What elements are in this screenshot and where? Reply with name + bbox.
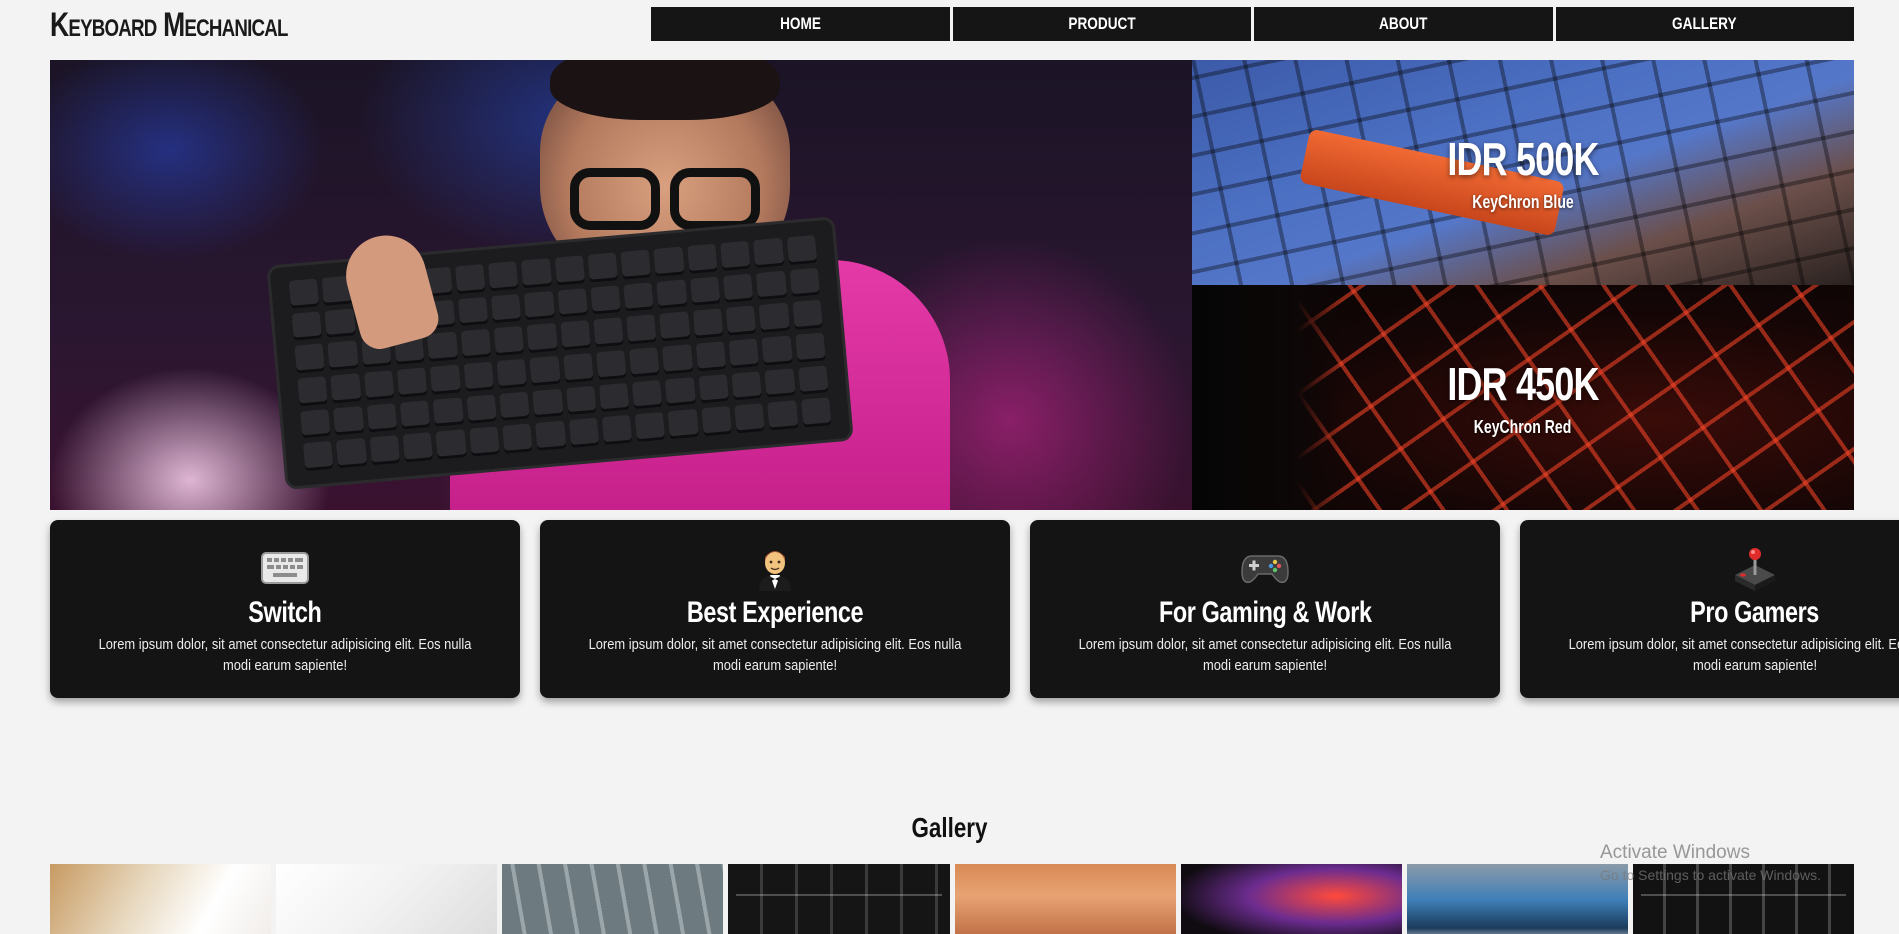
feature-card-gaming-work: For Gaming & Work Lorem ipsum dolor, sit… (1030, 520, 1500, 698)
watermark-subtitle: Go to Settings to activate Windows. (1600, 867, 1821, 883)
keyboard-icon (260, 546, 310, 590)
feature-cards: Switch Lorem ipsum dolor, sit amet conse… (50, 520, 1899, 698)
feature-text: Lorem ipsum dolor, sit amet consectetur … (588, 636, 962, 674)
feature-text: Lorem ipsum dolor, sit amet consectetur … (1078, 636, 1452, 674)
feature-text: Lorem ipsum dolor, sit amet consectetur … (98, 636, 472, 674)
gallery-image[interactable] (1406, 864, 1628, 934)
hero-main-image (50, 60, 1192, 510)
offer-card-blue[interactable]: IDR 500K KeyChron Blue (1192, 60, 1854, 285)
gallery-image[interactable] (50, 864, 272, 934)
nav-gallery[interactable]: GALLERY (1555, 7, 1854, 41)
offer-model: KeyChron Red (1474, 417, 1572, 437)
gallery-image[interactable] (276, 864, 498, 934)
gallery-image[interactable] (502, 864, 724, 934)
feature-title: Best Experience (686, 596, 864, 629)
offer-price: IDR 500K (1447, 133, 1599, 185)
gallery-title: Gallery (911, 812, 988, 843)
gallery-image[interactable] (728, 864, 950, 934)
feature-card-best-experience: Best Experience Lorem ipsum dolor, sit a… (540, 520, 1010, 698)
nav-product[interactable]: PRODUCT (952, 7, 1251, 41)
offer-card-red[interactable]: IDR 450K KeyChron Red (1192, 285, 1854, 510)
gallery-image[interactable] (954, 864, 1176, 934)
feature-text: Lorem ipsum dolor, sit amet consectetur … (1568, 636, 1899, 674)
glasses-left (570, 168, 660, 230)
hero-hair (550, 60, 780, 120)
feature-card-switch: Switch Lorem ipsum dolor, sit amet conse… (50, 520, 520, 698)
game-controller-icon (1240, 546, 1290, 590)
man-in-tuxedo-icon (750, 546, 800, 591)
gallery-grid (50, 864, 1854, 934)
offer-red-shade (1192, 285, 1342, 510)
watermark-title: Activate Windows (1600, 842, 1750, 863)
windows-activation-watermark: Activate Windows Go to Settings to activ… (1600, 842, 1821, 886)
main-nav: HOME PRODUCT ABOUT GALLERY (651, 7, 1854, 41)
feature-title: Pro Gamers (1690, 596, 1820, 629)
gallery-image[interactable] (1180, 864, 1402, 934)
offer-model: KeyChron Blue (1472, 192, 1574, 212)
feature-title: For Gaming & Work (1158, 596, 1372, 629)
nav-home[interactable]: HOME (651, 7, 950, 41)
feature-card-pro-gamers: Pro Gamers Lorem ipsum dolor, sit amet c… (1520, 520, 1899, 698)
feature-title: Switch (248, 596, 322, 629)
site-logo[interactable]: Keyboard Mechanical (50, 6, 288, 45)
offer-price: IDR 450K (1447, 358, 1599, 410)
glasses-right (670, 168, 760, 230)
joystick-icon (1730, 546, 1780, 591)
nav-about[interactable]: ABOUT (1254, 7, 1553, 41)
